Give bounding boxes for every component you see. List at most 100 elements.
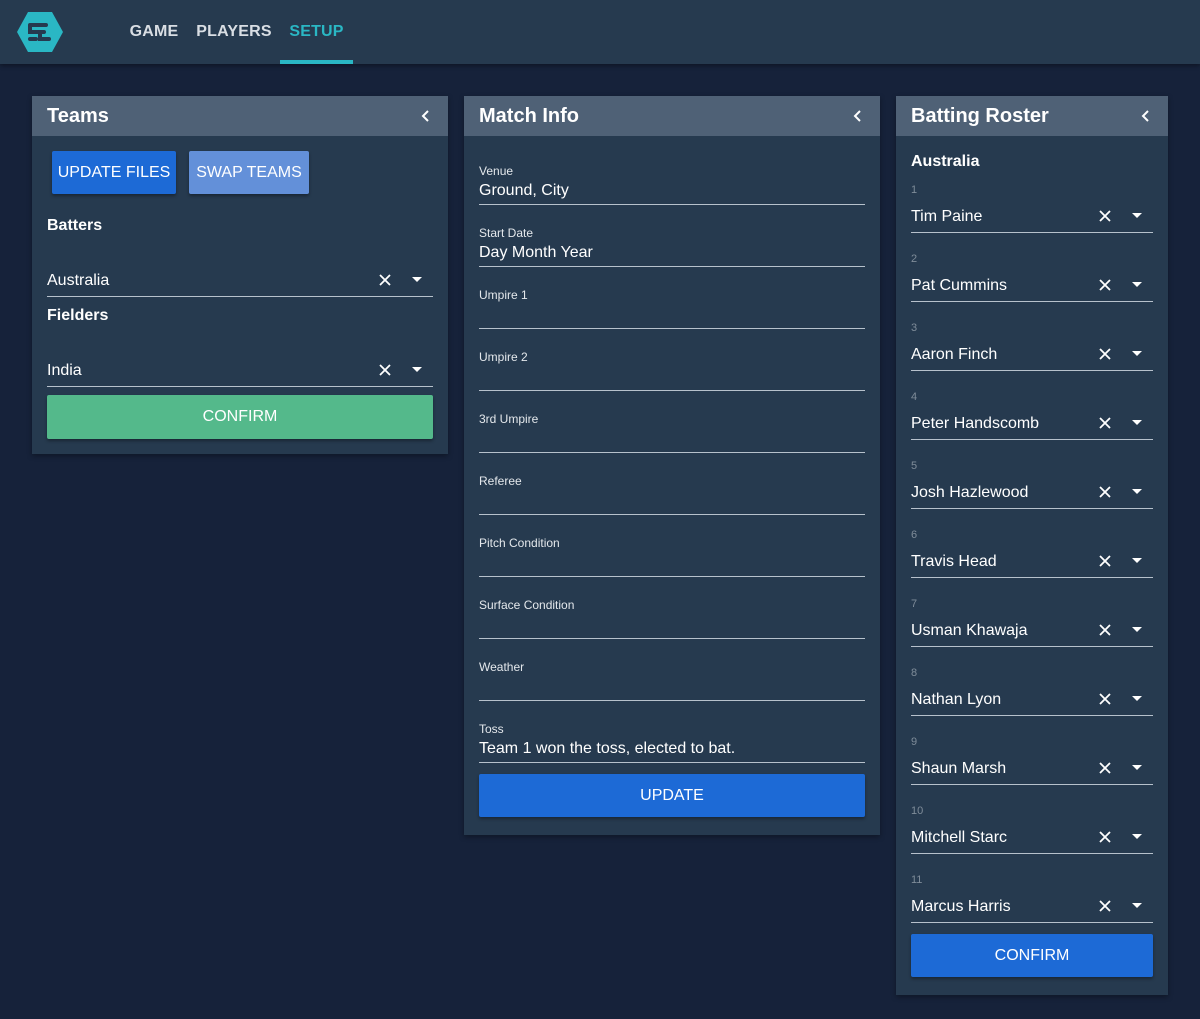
batters-select-underline (47, 296, 433, 297)
match-field[interactable]: Start Date Day Month Year (479, 226, 865, 267)
update-files-button[interactable]: UPDATE FILES (52, 151, 176, 194)
match-field[interactable]: Pitch Condition (479, 536, 865, 577)
match-field-label: Venue (479, 164, 514, 178)
caret-down-icon[interactable] (1131, 833, 1143, 841)
match-field-label: Toss (479, 722, 504, 736)
roster-player-select[interactable]: Shaun Marsh (911, 744, 1153, 785)
tab-game[interactable]: GAME (124, 0, 184, 64)
match-field-underline (479, 452, 865, 453)
close-icon[interactable] (1098, 692, 1112, 706)
roster-player-select[interactable]: Travis Head (911, 537, 1153, 578)
roster-player-select[interactable]: Aaron Finch (911, 330, 1153, 371)
roster-player-name: Pat Cummins (911, 277, 1008, 294)
close-icon[interactable] (378, 273, 392, 287)
caret-down-icon[interactable] (1131, 902, 1143, 910)
match-info-panel-header: Match Info (464, 96, 880, 136)
match-field[interactable]: Surface Condition (479, 598, 865, 639)
caret-down-icon[interactable] (1131, 557, 1143, 565)
fielders-select[interactable]: India (47, 346, 433, 387)
close-icon[interactable] (1098, 278, 1112, 292)
roster-team-name: Australia (911, 153, 980, 170)
match-field-label: Umpire 2 (479, 350, 528, 364)
batters-select[interactable]: Australia (47, 256, 433, 297)
match-field[interactable]: Toss Team 1 won the toss, elected to bat. (479, 722, 865, 763)
match-field-label: Surface Condition (479, 598, 575, 612)
close-icon[interactable] (1098, 416, 1112, 430)
roster-player-name: Shaun Marsh (911, 760, 1007, 777)
swap-teams-button[interactable]: SWAP TEAMS (189, 151, 309, 194)
match-field[interactable]: Umpire 1 (479, 288, 865, 329)
hexagon-logo-icon[interactable] (16, 10, 64, 54)
teams-confirm-button[interactable]: CONFIRM (47, 395, 433, 439)
tab-setup-label: SETUP (289, 23, 344, 40)
roster-player-name: Nathan Lyon (911, 691, 1002, 708)
chevron-left-icon[interactable] (1138, 108, 1154, 124)
roster-player-underline (911, 784, 1153, 785)
caret-down-icon[interactable] (1131, 764, 1143, 772)
roster-confirm-button[interactable]: CONFIRM (911, 934, 1153, 977)
roster-player-select[interactable]: Marcus Harris (911, 882, 1153, 923)
fielders-select-value: India (47, 362, 82, 379)
roster-row: 10 Mitchell Starc (911, 805, 1153, 854)
match-field-underline (479, 762, 865, 763)
close-icon[interactable] (1098, 554, 1112, 568)
close-icon[interactable] (378, 363, 392, 377)
caret-down-icon[interactable] (411, 366, 423, 374)
caret-down-icon[interactable] (1131, 695, 1143, 703)
roster-row: 5 Josh Hazlewood (911, 460, 1153, 509)
tab-players[interactable]: PLAYERS (194, 0, 274, 64)
close-icon[interactable] (1098, 830, 1112, 844)
update-button[interactable]: UPDATE (479, 774, 865, 817)
close-icon[interactable] (1098, 899, 1112, 913)
close-icon[interactable] (1098, 623, 1112, 637)
match-field[interactable]: Weather (479, 660, 865, 701)
close-icon[interactable] (1098, 347, 1112, 361)
match-field-input[interactable]: Ground, City (479, 182, 569, 200)
roster-player-select[interactable]: Tim Paine (911, 192, 1153, 233)
roster-row: 2 Pat Cummins (911, 253, 1153, 302)
roster-row: 4 Peter Handscomb (911, 391, 1153, 440)
roster-player-underline (911, 232, 1153, 233)
match-field[interactable]: 3rd Umpire (479, 412, 865, 453)
match-field-label: Pitch Condition (479, 536, 560, 550)
fielders-label: Fielders (47, 307, 109, 324)
roster-player-select[interactable]: Usman Khawaja (911, 606, 1153, 647)
roster-player-select[interactable]: Nathan Lyon (911, 675, 1153, 716)
roster-player-underline (911, 508, 1153, 509)
match-field-underline (479, 638, 865, 639)
caret-down-icon[interactable] (1131, 419, 1143, 427)
chevron-left-icon[interactable] (850, 108, 866, 124)
batting-roster-panel-title: Batting Roster (911, 105, 1049, 127)
match-field-label: Weather (479, 660, 525, 674)
roster-player-select[interactable]: Peter Handscomb (911, 399, 1153, 440)
batters-select-value: Australia (47, 272, 110, 289)
roster-player-name: Travis Head (911, 553, 997, 570)
match-field[interactable]: Venue Ground, City (479, 164, 865, 205)
roster-player-underline (911, 439, 1153, 440)
tab-setup[interactable]: SETUP (280, 0, 353, 64)
match-field-input[interactable]: Team 1 won the toss, elected to bat. (479, 740, 735, 758)
caret-down-icon[interactable] (1131, 626, 1143, 634)
match-field[interactable]: Umpire 2 (479, 350, 865, 391)
caret-down-icon[interactable] (1131, 350, 1143, 358)
close-icon[interactable] (1098, 209, 1112, 223)
roster-player-underline (911, 853, 1153, 854)
roster-player-select[interactable]: Pat Cummins (911, 261, 1153, 302)
roster-player-select[interactable]: Mitchell Starc (911, 813, 1153, 854)
close-icon[interactable] (1098, 485, 1112, 499)
caret-down-icon[interactable] (1131, 212, 1143, 220)
match-field-underline (479, 700, 865, 701)
roster-row: 1 Tim Paine (911, 184, 1153, 233)
match-info-panel: Match Info Venue Ground, City Start Date Da… (464, 96, 880, 835)
roster-player-select[interactable]: Josh Hazlewood (911, 468, 1153, 509)
chevron-left-icon[interactable] (418, 108, 434, 124)
match-field-input[interactable]: Day Month Year (479, 244, 593, 262)
active-tab-indicator (280, 60, 353, 64)
match-field-underline (479, 266, 865, 267)
caret-down-icon[interactable] (411, 276, 423, 284)
caret-down-icon[interactable] (1131, 488, 1143, 496)
roster-player-name: Usman Khawaja (911, 622, 1028, 639)
caret-down-icon[interactable] (1131, 281, 1143, 289)
match-field[interactable]: Referee (479, 474, 865, 515)
close-icon[interactable] (1098, 761, 1112, 775)
